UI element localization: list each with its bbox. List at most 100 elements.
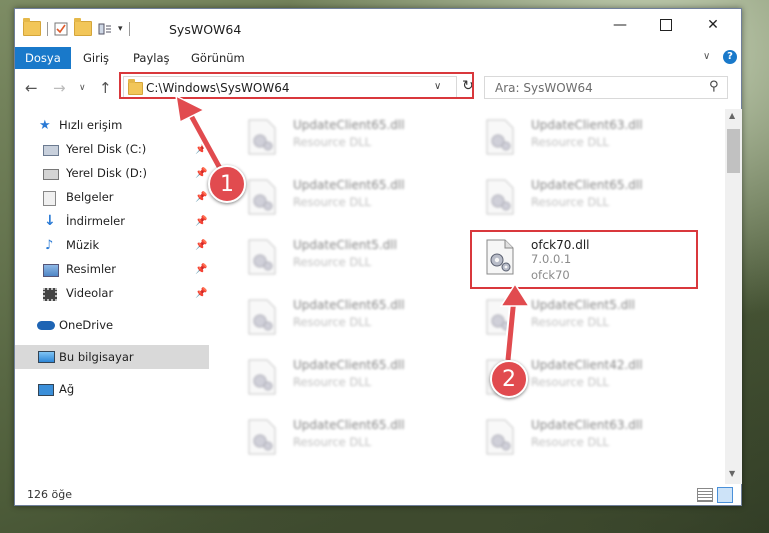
sidebar-item-network[interactable]: Ağ (15, 377, 209, 401)
scroll-down-arrow-icon[interactable]: ▼ (729, 469, 735, 478)
file-name: UpdateClient5.dll (293, 238, 397, 252)
sidebar-item-label: Videolar (66, 286, 114, 300)
title-divider (128, 21, 130, 36)
new-folder-icon[interactable] (74, 18, 92, 36)
file-item[interactable]: UpdateClient5.dll Resource DLL (475, 293, 685, 341)
pin-icon[interactable]: 📌 (195, 144, 207, 155)
file-item[interactable]: UpdateClient65.dll Resource DLL (237, 293, 447, 341)
sidebar-item-pictures[interactable]: Resimler 📌 (15, 257, 209, 281)
scroll-up-arrow-icon[interactable]: ▲ (729, 111, 735, 120)
file-item[interactable]: UpdateClient65.dll Resource DLL (237, 113, 447, 161)
sidebar-item-label: Resimler (66, 262, 116, 276)
file-name: UpdateClient5.dll (531, 298, 635, 312)
file-item[interactable]: UpdateClient5.dll Resource DLL (237, 233, 447, 281)
rename-icon[interactable] (98, 22, 112, 36)
back-button[interactable]: ← (25, 79, 38, 97)
file-name: UpdateClient63.dll (531, 418, 643, 432)
dll-file-icon (248, 239, 276, 275)
dll-file-icon (248, 359, 276, 395)
large-icons-view-icon[interactable] (717, 487, 733, 503)
customize-toolbar-chevron-icon[interactable]: ▾ (118, 24, 123, 34)
close-button[interactable]: ✕ (690, 9, 736, 41)
sidebar-item-label: Bu bilgisayar (59, 350, 134, 364)
dll-file-icon (486, 419, 514, 455)
quick-access-toolbar: ▾ (23, 18, 130, 36)
recent-locations-chevron-icon[interactable]: ∨ (79, 83, 86, 93)
file-name: UpdateClient65.dll (293, 298, 405, 312)
pictures-icon (43, 264, 59, 277)
title-bar: ▾ SysWOW64 — ✕ (15, 9, 741, 47)
details-view-icon[interactable] (697, 488, 713, 502)
expand-ribbon-chevron-icon[interactable]: ∨ (703, 51, 710, 62)
file-description: Resource DLL (293, 435, 372, 449)
drive-icon (43, 145, 59, 156)
sidebar-item-label: Müzik (66, 238, 100, 252)
toolbar-divider (47, 21, 48, 36)
file-name: UpdateClient65.dll (293, 178, 405, 192)
tab-view[interactable]: Görünüm (181, 47, 255, 69)
dll-file-icon (248, 419, 276, 455)
file-item[interactable]: UpdateClient63.dll Resource DLL (475, 113, 685, 161)
folder-icon (23, 18, 41, 36)
pin-icon[interactable]: 📌 (195, 264, 207, 275)
file-name: UpdateClient65.dll (293, 418, 405, 432)
file-item[interactable]: UpdateClient65.dll Resource DLL (237, 353, 447, 401)
file-item[interactable]: UpdateClient65.dll Resource DLL (237, 173, 447, 221)
file-item[interactable]: UpdateClient65.dll Resource DLL (237, 413, 447, 461)
target-file-highlight (470, 230, 698, 289)
minimize-button[interactable]: — (597, 9, 643, 41)
tab-file[interactable]: Dosya (15, 47, 71, 69)
dll-file-icon (248, 299, 276, 335)
file-description: Resource DLL (531, 375, 610, 389)
cloud-icon (37, 321, 55, 330)
step-1-badge: 1 (208, 165, 246, 203)
sidebar-item-this-pc[interactable]: Bu bilgisayar (15, 345, 209, 369)
pin-icon[interactable]: 📌 (195, 192, 207, 203)
properties-icon[interactable] (54, 22, 68, 36)
sidebar-item-local-disk-c[interactable]: Yerel Disk (C:) 📌 (15, 137, 209, 161)
sidebar-item-onedrive[interactable]: OneDrive (15, 313, 209, 337)
vertical-scrollbar[interactable]: ▲ ▼ (725, 109, 742, 484)
search-icon[interactable]: ⚲ (709, 79, 719, 94)
network-icon (38, 384, 54, 396)
sidebar-item-label: Hızlı erişim (59, 118, 123, 132)
star-icon: ★ (39, 117, 51, 133)
dll-file-icon (486, 179, 514, 215)
tab-home[interactable]: Giriş (73, 47, 119, 69)
minimize-icon: — (613, 17, 627, 33)
pin-icon[interactable]: 📌 (195, 240, 207, 251)
documents-icon (43, 191, 56, 206)
file-item[interactable]: UpdateClient65.dll Resource DLL (475, 173, 685, 221)
pin-icon[interactable]: 📌 (195, 216, 207, 227)
search-placeholder[interactable]: Ara: SysWOW64 (495, 81, 593, 95)
forward-button[interactable]: → (53, 79, 66, 97)
file-description: Resource DLL (531, 135, 610, 149)
sidebar-item-label: OneDrive (59, 318, 114, 332)
sidebar-item-music[interactable]: ♪ Müzik 📌 (15, 233, 209, 257)
help-icon[interactable]: ? (723, 50, 737, 64)
file-name: UpdateClient42.dll (531, 358, 643, 372)
file-name: UpdateClient63.dll (531, 118, 643, 132)
file-item[interactable]: UpdateClient63.dll Resource DLL (475, 413, 685, 461)
sidebar-item-videos[interactable]: Videolar 📌 (15, 281, 209, 305)
drive-icon (43, 169, 59, 180)
sidebar-item-label: Ağ (59, 382, 75, 396)
music-note-icon: ♪ (45, 237, 54, 253)
ribbon-tabs: Dosya Giriş Paylaş Görünüm ∨ ? (15, 47, 741, 69)
up-button[interactable]: ↑ (99, 79, 112, 97)
scrollbar-thumb[interactable] (727, 129, 740, 173)
pin-icon[interactable]: 📌 (195, 288, 207, 299)
sidebar-item-local-disk-d[interactable]: Yerel Disk (D:) 📌 (15, 161, 209, 185)
maximize-button[interactable] (643, 9, 689, 41)
sidebar-item-documents[interactable]: Belgeler 📌 (15, 185, 209, 209)
sidebar-item-quick-access[interactable]: ★ Hızlı erişim (15, 113, 209, 137)
search-box[interactable]: Ara: SysWOW64 ⚲ (484, 76, 728, 99)
file-name: UpdateClient65.dll (293, 358, 405, 372)
download-arrow-icon: ↓ (44, 213, 56, 229)
file-name: UpdateClient65.dll (293, 118, 405, 132)
dll-file-icon (248, 179, 276, 215)
tab-share[interactable]: Paylaş (123, 47, 180, 69)
pin-icon[interactable]: 📌 (195, 168, 207, 179)
sidebar-item-downloads[interactable]: ↓ İndirmeler 📌 (15, 209, 209, 233)
file-description: Resource DLL (531, 435, 610, 449)
